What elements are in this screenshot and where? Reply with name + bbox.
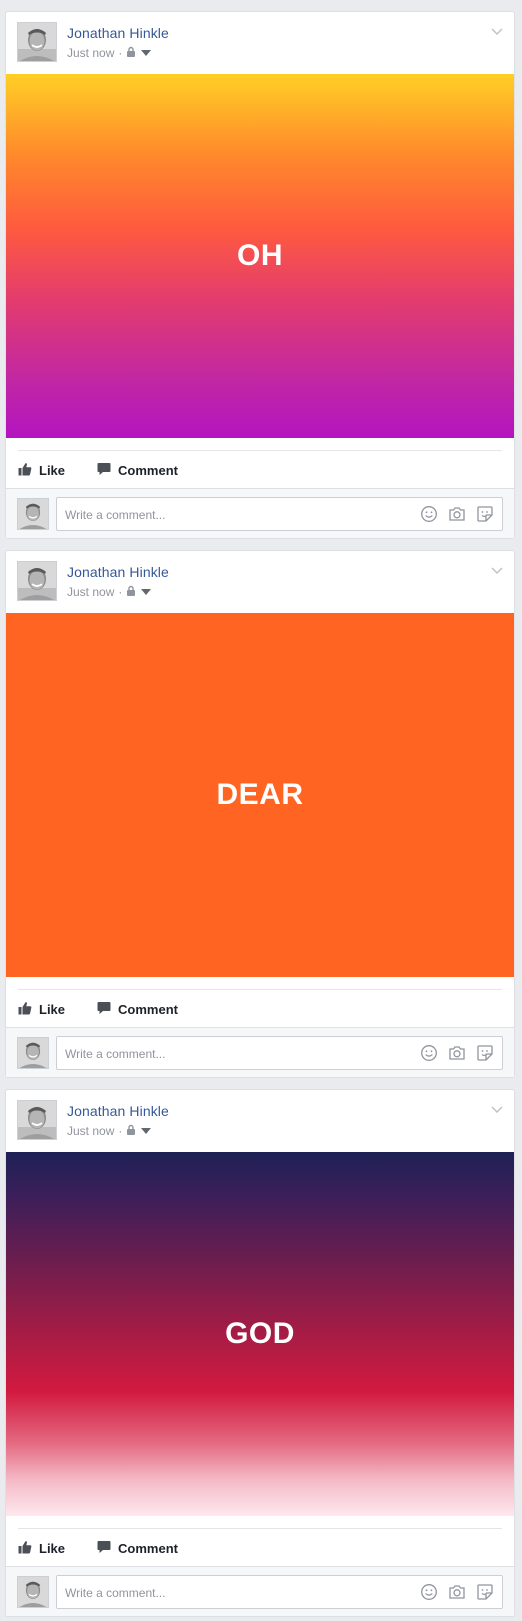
camera-icon[interactable] (448, 1044, 466, 1062)
like-button[interactable]: Like (18, 1001, 65, 1018)
lock-icon (126, 585, 136, 599)
post-action-bar: Like Comment (18, 989, 502, 1028)
comment-composer (6, 1566, 514, 1616)
avatar[interactable] (17, 1100, 57, 1140)
author-name-link[interactable]: Jonathan Hinkle (67, 564, 169, 580)
comment-label: Comment (118, 462, 178, 478)
post-background-media: OH (6, 74, 514, 438)
commenter-avatar (17, 1037, 49, 1069)
timestamp-link[interactable]: Just now (67, 46, 114, 60)
audience-selector-caret-icon[interactable] (140, 585, 152, 599)
like-label: Like (39, 462, 66, 478)
emoji-icon[interactable] (420, 1044, 438, 1062)
post-header: Jonathan Hinkle Just now · (6, 1090, 514, 1152)
post-card: Jonathan Hinkle Just now · DEAR Like Com… (5, 550, 515, 1078)
comment-input[interactable] (63, 498, 397, 532)
comment-input[interactable] (63, 1576, 397, 1610)
meta-separator: · (118, 46, 123, 60)
like-label: Like (39, 1540, 66, 1556)
comment-label: Comment (118, 1540, 178, 1556)
post-options-chevron-down-icon[interactable] (490, 563, 504, 577)
author-name-link[interactable]: Jonathan Hinkle (67, 25, 169, 41)
post-options-chevron-down-icon[interactable] (490, 1102, 504, 1116)
sticker-icon[interactable] (476, 505, 494, 523)
post-header: Jonathan Hinkle Just now · (6, 12, 514, 74)
thumbs-up-icon (18, 462, 32, 479)
thumbs-up-icon (18, 1540, 32, 1557)
lock-icon (126, 1124, 136, 1138)
post-text: GOD (225, 1317, 295, 1350)
post-meta: Just now · (67, 46, 152, 60)
meta-separator: · (118, 1124, 123, 1138)
meta-separator: · (118, 585, 123, 599)
author-name-link[interactable]: Jonathan Hinkle (67, 1103, 169, 1119)
audience-selector-caret-icon[interactable] (140, 1124, 152, 1138)
timestamp-link[interactable]: Just now (67, 585, 114, 599)
post-meta: Just now · (67, 1124, 152, 1138)
post-options-chevron-down-icon[interactable] (490, 24, 504, 38)
like-button[interactable]: Like (18, 1540, 65, 1557)
post-background-media: GOD (6, 1152, 514, 1516)
commenter-avatar (17, 498, 49, 530)
post-text: OH (237, 239, 283, 272)
lock-icon (126, 46, 136, 60)
post-card: Jonathan Hinkle Just now · GOD Like Comm… (5, 1089, 515, 1617)
comment-composer (6, 488, 514, 538)
comment-button[interactable]: Comment (97, 1540, 178, 1557)
audience-selector-caret-icon[interactable] (140, 46, 152, 60)
like-button[interactable]: Like (18, 462, 65, 479)
avatar[interactable] (17, 22, 57, 62)
comment-input[interactable] (63, 1037, 397, 1071)
camera-icon[interactable] (448, 1583, 466, 1601)
comment-input-box (56, 1036, 503, 1071)
comment-button[interactable]: Comment (97, 462, 178, 479)
post-action-bar: Like Comment (18, 450, 502, 489)
speech-bubble-icon (97, 462, 111, 479)
post-header: Jonathan Hinkle Just now · (6, 551, 514, 613)
comment-tools (420, 1044, 494, 1062)
comment-composer (6, 1027, 514, 1077)
like-label: Like (39, 1001, 66, 1017)
emoji-icon[interactable] (420, 505, 438, 523)
comment-input-box (56, 497, 503, 532)
commenter-avatar (17, 1576, 49, 1608)
speech-bubble-icon (97, 1540, 111, 1557)
thumbs-up-icon (18, 1001, 32, 1018)
timestamp-link[interactable]: Just now (67, 1124, 114, 1138)
sticker-icon[interactable] (476, 1583, 494, 1601)
comment-tools (420, 1583, 494, 1601)
comment-label: Comment (118, 1001, 178, 1017)
post-action-bar: Like Comment (18, 1528, 502, 1567)
comment-input-box (56, 1575, 503, 1610)
emoji-icon[interactable] (420, 1583, 438, 1601)
post-meta: Just now · (67, 585, 152, 599)
avatar[interactable] (17, 561, 57, 601)
speech-bubble-icon (97, 1001, 111, 1018)
camera-icon[interactable] (448, 505, 466, 523)
sticker-icon[interactable] (476, 1044, 494, 1062)
post-background-media: DEAR (6, 613, 514, 977)
post-card: Jonathan Hinkle Just now · OH Like Comme… (5, 11, 515, 539)
post-text: DEAR (216, 778, 304, 811)
comment-button[interactable]: Comment (97, 1001, 178, 1018)
comment-tools (420, 505, 494, 523)
